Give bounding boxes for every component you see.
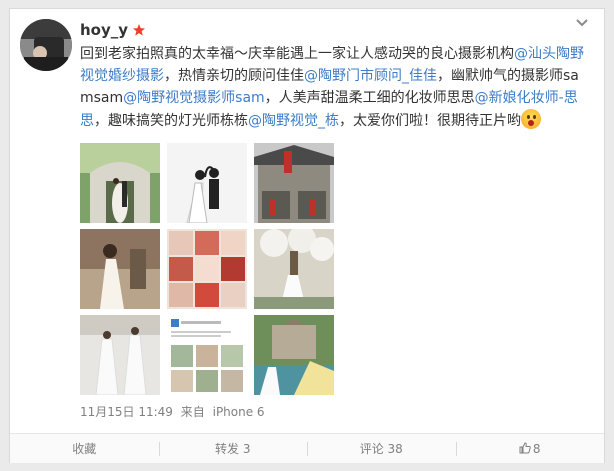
photo-1[interactable] bbox=[80, 143, 160, 223]
like-count: 8 bbox=[532, 442, 541, 456]
post-text-segment: ，热情亲切的顾问佳佳 bbox=[164, 68, 304, 84]
post-meta: 11月15日 11:49 来自 iPhone 6 bbox=[80, 403, 269, 420]
photo-3[interactable] bbox=[254, 143, 334, 223]
username[interactable]: hoy_y bbox=[80, 21, 128, 39]
favorite-label: 收藏 bbox=[72, 442, 97, 456]
favorite-button[interactable]: 收藏 bbox=[10, 434, 159, 463]
comment-label: 评论 38 bbox=[359, 442, 403, 456]
mention-link[interactable]: @陶野视觉_栋 bbox=[248, 113, 339, 129]
photo-7[interactable] bbox=[80, 315, 160, 395]
vip-badge-icon bbox=[132, 23, 146, 37]
repost-label: 转发 3 bbox=[215, 442, 251, 456]
post-text-segment: ，太爱你们啦！很期待正片哟 bbox=[339, 113, 521, 129]
post-text-segment: 回到老家拍照真的太幸福～庆幸能遇上一家让人感动哭的良心摄影机构 bbox=[80, 46, 514, 62]
post-date[interactable]: 11月15日 11:49 bbox=[80, 405, 173, 419]
repost-button[interactable]: 转发 3 bbox=[158, 434, 308, 463]
post-header: hoy_y bbox=[80, 21, 146, 39]
post-source[interactable]: iPhone 6 bbox=[213, 405, 265, 419]
photo-6[interactable] bbox=[254, 229, 334, 309]
photo-2[interactable] bbox=[167, 143, 247, 223]
mention-link[interactable]: @陶野视觉摄影师sam bbox=[123, 90, 265, 106]
surprised-emoji-icon bbox=[521, 109, 541, 129]
photo-grid bbox=[80, 143, 340, 395]
mention-link[interactable]: @陶野门市顾问_佳佳 bbox=[304, 68, 437, 84]
photo-8[interactable] bbox=[167, 315, 247, 395]
photo-4[interactable] bbox=[80, 229, 160, 309]
comment-button[interactable]: 评论 38 bbox=[307, 434, 456, 463]
photo-5[interactable] bbox=[167, 229, 247, 309]
post-text: 回到老家拍照真的太幸福～庆幸能遇上一家让人感动哭的良心摄影机构@汕头陶野视觉婚纱… bbox=[80, 43, 585, 132]
post-text-segment: ，趣味搞笑的灯光师栋栋 bbox=[94, 113, 248, 129]
photo-9[interactable] bbox=[254, 315, 334, 395]
post-text-segment: ，人美声甜温柔工细的化妆师思思 bbox=[264, 90, 475, 106]
avatar[interactable] bbox=[20, 19, 72, 71]
chevron-down-icon[interactable] bbox=[574, 15, 590, 31]
thumb-up-icon bbox=[519, 435, 531, 454]
action-bar: 收藏 转发 3 评论 38 8 bbox=[10, 433, 604, 463]
like-button[interactable]: 8 bbox=[455, 434, 605, 463]
source-prefix: 来自 bbox=[180, 405, 205, 419]
weibo-post-card: hoy_y 回到老家拍照真的太幸福～庆幸能遇上一家让人感动哭的良心摄影机构@汕头… bbox=[9, 8, 605, 463]
